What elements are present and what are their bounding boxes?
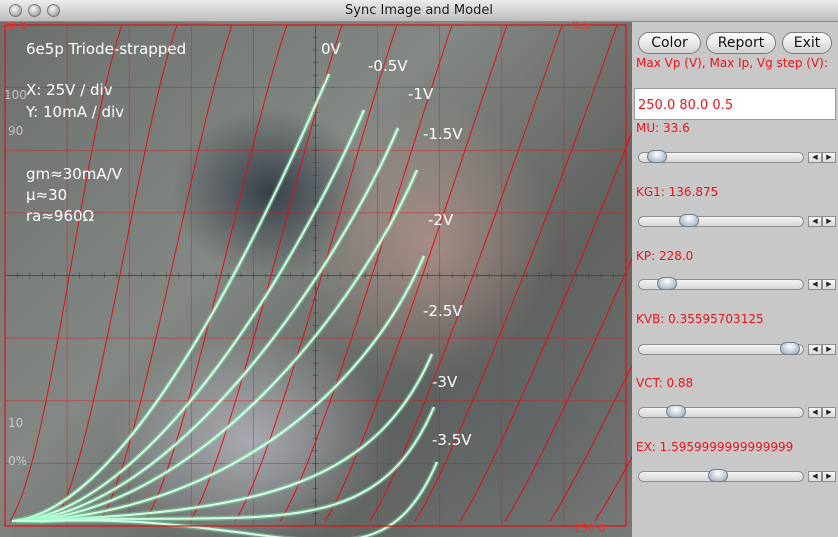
mu-slider[interactable]: ◀ ▶ xyxy=(638,149,836,165)
scope-mark-100: 100 xyxy=(4,88,27,102)
corner-label-max-vp: 250.0 xyxy=(574,522,606,535)
curve-label-minus-2-5v: -2.5V xyxy=(423,302,463,320)
image-traces xyxy=(11,73,440,537)
slider-thumb[interactable] xyxy=(779,342,800,355)
slider-thumb[interactable] xyxy=(656,277,677,290)
slider-left-arrow-icon[interactable]: ◀ xyxy=(808,152,822,163)
curve-label-minus-2v: -2V xyxy=(428,211,454,229)
kg1-slider[interactable]: ◀ ▶ xyxy=(638,213,836,229)
scope-mark-0: 0% xyxy=(8,454,28,468)
slider-left-arrow-icon[interactable]: ◀ xyxy=(808,407,822,418)
curve-label-0v: 0V xyxy=(321,40,341,58)
curve-label-minus-0-5v: -0.5V xyxy=(368,57,408,75)
control-panel: Color Report Exit Max Vp (V), Max Ip, Vg… xyxy=(632,22,838,537)
mu-label: MU: 33.6 xyxy=(636,121,690,135)
mu-text: μ≈30 xyxy=(26,186,68,204)
plot-canvas xyxy=(4,24,632,537)
tube-title: 6e5p Triode-strapped xyxy=(26,40,187,58)
slider-track[interactable] xyxy=(638,216,804,227)
slider-right-arrow-icon[interactable]: ▶ xyxy=(822,279,836,290)
y-scale-text: Y: 10mA / div xyxy=(26,103,125,121)
slider-thumb[interactable] xyxy=(665,405,686,418)
vct-slider[interactable]: ◀ ▶ xyxy=(638,404,836,420)
scope-mark-90: 90 xyxy=(8,124,24,138)
scope-mark-10: 10 xyxy=(8,416,24,430)
corner-label-vg-step: 0.5 xyxy=(572,22,590,32)
params-label: Max Vp (V), Max Ip, Vg step (V): xyxy=(636,56,828,70)
slider-thumb[interactable] xyxy=(708,469,729,482)
model-curve xyxy=(54,24,178,522)
corner-label-max-ip: 80.0 xyxy=(2,22,27,32)
kp-label: KP: 228.0 xyxy=(636,249,694,263)
exit-button[interactable]: Exit xyxy=(782,32,832,54)
curve-label-minus-1-5v: -1.5V xyxy=(423,125,463,143)
kvb-slider[interactable]: ◀ ▶ xyxy=(638,341,836,357)
trace-glow xyxy=(31,353,435,524)
slider-thumb[interactable] xyxy=(646,150,667,163)
report-button[interactable]: Report xyxy=(706,32,776,54)
slider-right-arrow-icon[interactable]: ▶ xyxy=(822,344,836,355)
ex-slider[interactable]: ◀ ▶ xyxy=(638,468,836,484)
kp-slider[interactable]: ◀ ▶ xyxy=(638,276,836,292)
slider-right-arrow-icon[interactable]: ▶ xyxy=(822,152,836,163)
x-scale-text: X: 25V / div xyxy=(26,81,113,99)
color-button[interactable]: Color xyxy=(638,32,701,54)
ex-label: EX: 1.5959999999999999 xyxy=(636,440,794,454)
params-input[interactable]: 250.0 80.0 0.5 xyxy=(634,88,836,120)
slider-right-arrow-icon[interactable]: ▶ xyxy=(822,471,836,482)
curve-label-minus-1v: -1V xyxy=(408,85,434,103)
slider-track[interactable] xyxy=(638,407,804,418)
model-curve xyxy=(459,130,632,522)
slider-thumb[interactable] xyxy=(678,214,699,227)
kvb-label: KVB: 0.35595703125 xyxy=(636,312,764,326)
slider-left-arrow-icon[interactable]: ◀ xyxy=(808,279,822,290)
plot-area: 80.0 0.5 250.0 100 90 10 0% 6e5p Triode-… xyxy=(0,22,632,537)
ra-text: ra≈960Ω xyxy=(26,207,95,225)
slider-right-arrow-icon[interactable]: ▶ xyxy=(822,216,836,227)
slider-left-arrow-icon[interactable]: ◀ xyxy=(808,471,822,482)
slider-right-arrow-icon[interactable]: ▶ xyxy=(822,407,836,418)
curve-label-minus-3v: -3V xyxy=(432,373,458,391)
window-titlebar: Sync Image and Model xyxy=(0,0,838,22)
trace-glow xyxy=(11,73,332,524)
trace-curve xyxy=(11,73,330,522)
slider-left-arrow-icon[interactable]: ◀ xyxy=(808,216,822,227)
slider-left-arrow-icon[interactable]: ◀ xyxy=(808,344,822,355)
window-title: Sync Image and Model xyxy=(345,3,493,18)
kg1-label: KG1: 136.875 xyxy=(636,185,719,199)
gm-text: gm≈30mA/V xyxy=(26,165,122,183)
curve-label-minus-3-5v: -3.5V xyxy=(432,431,472,449)
vct-label: VCT: 0.88 xyxy=(636,376,694,390)
